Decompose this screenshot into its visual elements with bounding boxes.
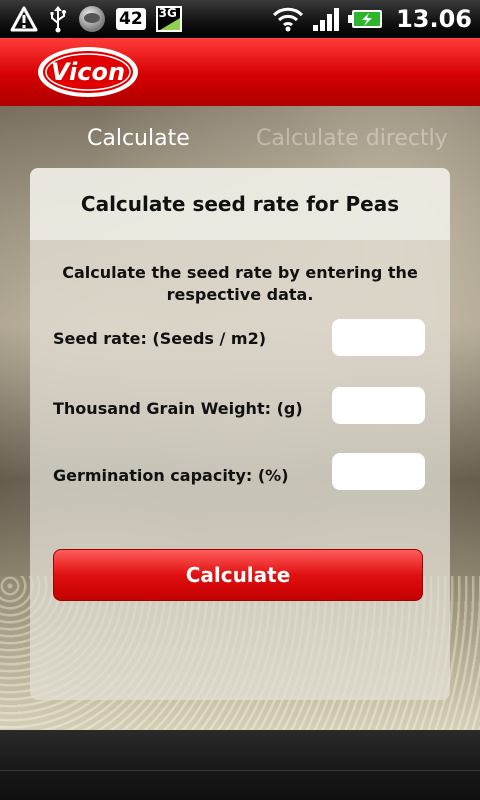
- battery-charging-icon: [348, 8, 384, 30]
- bottom-bar: [0, 730, 480, 800]
- seed-rate-input[interactable]: [332, 319, 425, 356]
- intro-text: Calculate the seed rate by entering the …: [62, 263, 418, 304]
- 3g-icon: 3G: [155, 6, 182, 32]
- calculate-button[interactable]: Calculate: [53, 549, 423, 601]
- thousand-grain-weight-label: Thousand Grain Weight: (g): [53, 399, 303, 418]
- signal-icon: [312, 6, 340, 32]
- divider: [0, 770, 480, 771]
- warning-icon: [10, 6, 38, 32]
- tab-bar: Calculate Calculate directly: [0, 106, 480, 168]
- germination-capacity-input[interactable]: [332, 453, 425, 490]
- app-header: Vicon: [0, 38, 480, 108]
- brand-logo[interactable]: Vicon: [36, 45, 140, 99]
- tab-calculate[interactable]: Calculate: [87, 126, 190, 151]
- tab-calculate-directly[interactable]: Calculate directly: [256, 126, 448, 151]
- app-circle-icon: [78, 5, 106, 33]
- status-bar: 42 3G 13.06: [0, 0, 480, 38]
- germination-capacity-label: Germination capacity: (%): [53, 466, 289, 485]
- usb-icon: [48, 5, 68, 33]
- thousand-grain-weight-input[interactable]: [332, 387, 425, 424]
- wifi-icon: [272, 6, 304, 32]
- clock: 13.06: [396, 5, 472, 33]
- svg-text:Vicon: Vicon: [51, 58, 125, 86]
- panel-title: Calculate seed rate for Peas: [30, 168, 450, 240]
- notification-count-icon: 42: [116, 8, 146, 30]
- calculation-panel: Calculate seed rate for Peas Calculate t…: [30, 168, 450, 700]
- seed-rate-label: Seed rate: (Seeds / m2): [53, 329, 267, 348]
